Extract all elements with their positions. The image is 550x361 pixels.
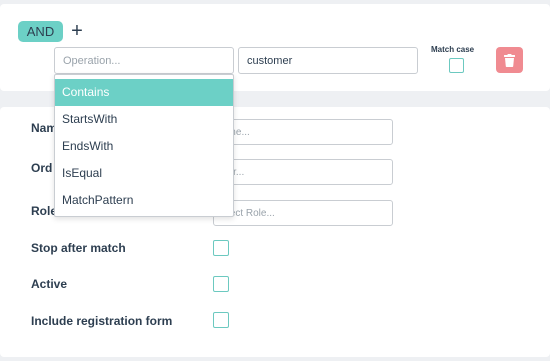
stop-after-match-checkbox[interactable] — [213, 240, 229, 256]
add-condition-button[interactable]: + — [69, 20, 85, 42]
match-case-label: Match case — [431, 45, 475, 54]
operation-input[interactable] — [54, 47, 234, 74]
dropdown-option-endswith[interactable]: EndsWith — [55, 133, 233, 160]
role-select[interactable] — [213, 200, 393, 226]
match-case-checkbox[interactable] — [449, 58, 464, 73]
dropdown-option-isequal[interactable]: IsEqual — [55, 160, 233, 187]
order-label: Ord — [31, 161, 53, 175]
and-button[interactable]: AND — [18, 21, 63, 42]
value-input[interactable] — [238, 47, 418, 74]
active-label: Active — [31, 277, 68, 291]
dropdown-option-contains[interactable]: Contains — [55, 79, 233, 106]
include-registration-form-label: Include registration form — [31, 314, 173, 328]
trash-icon — [504, 53, 515, 67]
stop-after-match-label: Stop after match — [31, 241, 126, 255]
order-input[interactable] — [213, 159, 393, 185]
active-checkbox[interactable] — [213, 276, 229, 292]
dropdown-option-matchpattern[interactable]: MatchPattern — [55, 187, 233, 214]
include-registration-form-checkbox[interactable] — [213, 312, 229, 328]
name-input[interactable] — [213, 119, 393, 145]
dropdown-option-startswith[interactable]: StartsWith — [55, 106, 233, 133]
operation-dropdown: Contains StartsWith EndsWith IsEqual Mat… — [54, 74, 234, 217]
delete-button[interactable] — [496, 47, 523, 73]
